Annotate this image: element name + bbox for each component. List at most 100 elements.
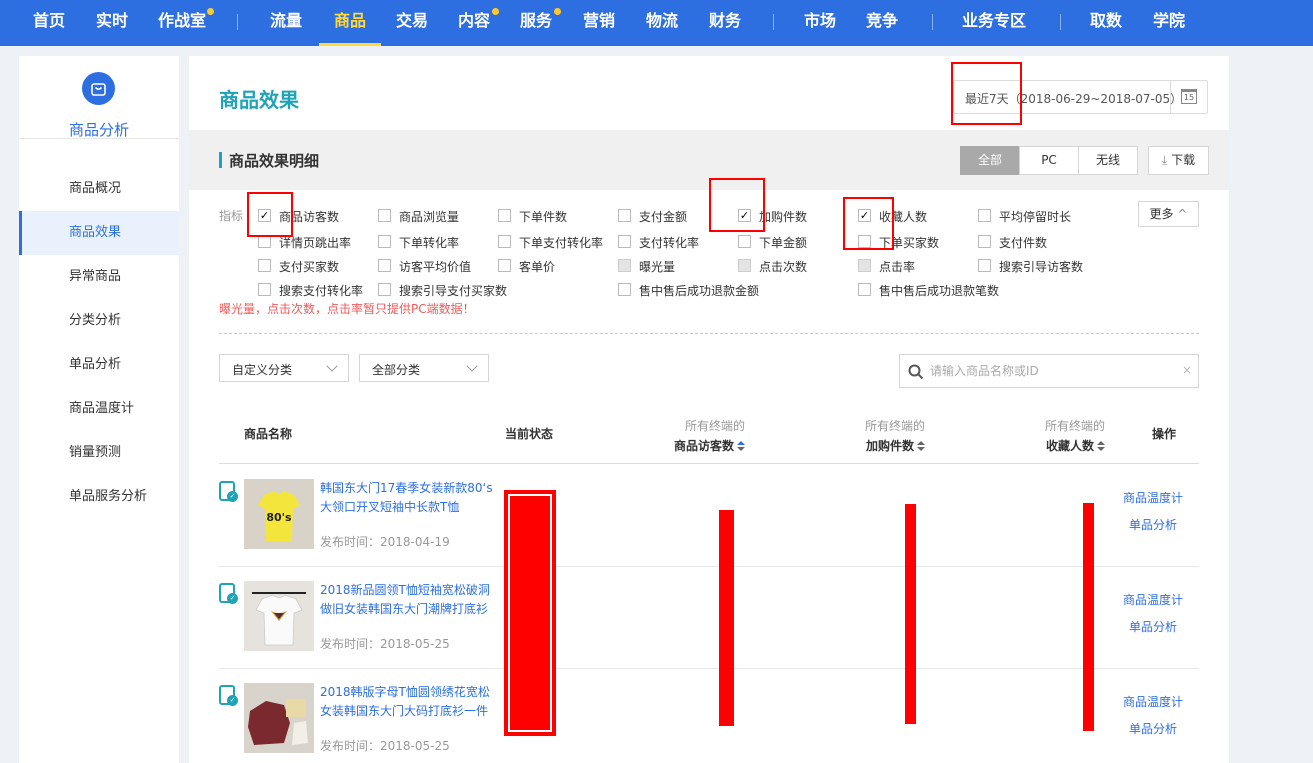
checkbox-empty-icon[interactable] xyxy=(978,235,991,248)
product-thumbnail[interactable]: 80's xyxy=(244,479,314,549)
checkbox-empty-icon[interactable] xyxy=(378,235,391,248)
checkbox-empty-icon[interactable] xyxy=(618,283,631,296)
all-category-select[interactable]: 全部分类 xyxy=(359,354,489,382)
all-category-value: 全部分类 xyxy=(372,363,421,377)
metric-label-text: 平均停留时长 xyxy=(999,210,1072,224)
sidebar-item-thermometer[interactable]: 商品温度计 xyxy=(19,387,179,431)
checkbox-empty-icon[interactable] xyxy=(378,259,391,272)
section-accent-bar xyxy=(219,152,222,168)
nav-item-business-zone[interactable]: 业务专区 xyxy=(962,0,1026,46)
th-fav[interactable]: 所有终端的 收藏人数 xyxy=(1033,417,1106,454)
checkbox-empty-icon[interactable] xyxy=(498,235,511,248)
sidebar-item-forecast[interactable]: 销量预测 xyxy=(19,431,179,475)
product-thumbnail[interactable] xyxy=(244,683,314,753)
nav-item-marketing[interactable]: 营销 xyxy=(583,0,615,46)
sidebar-item-single[interactable]: 单品分析 xyxy=(19,343,179,387)
nav-item-market[interactable]: 市场 xyxy=(804,0,836,46)
sidebar-divider xyxy=(19,138,179,139)
th-cart[interactable]: 所有终端的 加购件数 xyxy=(853,417,926,454)
nav-separator xyxy=(773,14,774,30)
checkbox-empty-icon[interactable] xyxy=(258,283,271,296)
download-button[interactable]: ⤓ 下载 xyxy=(1148,146,1209,175)
nav-item-finance[interactable]: 财务 xyxy=(709,0,741,46)
checkbox-empty-icon[interactable] xyxy=(258,259,271,272)
checkbox-empty-icon[interactable] xyxy=(738,259,751,272)
metric-label-text: 商品浏览量 xyxy=(399,210,460,224)
checkbox-empty-icon[interactable] xyxy=(978,209,991,222)
nav-item-realtime[interactable]: 实时 xyxy=(96,0,128,46)
checkbox-empty-icon[interactable] xyxy=(378,209,391,222)
single-analysis-link[interactable]: 单品分析 xyxy=(1129,720,1177,737)
metric-label-text: 支付转化率 xyxy=(639,236,700,250)
thermometer-link[interactable]: 商品温度计 xyxy=(1123,591,1183,608)
metric-label-text: 搜索支付转化率 xyxy=(279,284,364,298)
sidebar-item-service-analysis[interactable]: 单品服务分析 xyxy=(19,475,179,519)
product-name-link[interactable]: 韩国东大门17春季女装新款80‘s大领口开叉短袖中长款T恤 xyxy=(320,479,496,517)
clear-icon[interactable]: × xyxy=(1182,363,1192,377)
annotation-box-visitors xyxy=(247,192,293,237)
segment-all[interactable]: 全部 xyxy=(960,146,1020,175)
metric-label-text: 客单价 xyxy=(519,260,556,274)
check-icon: ✓ xyxy=(227,695,238,706)
nav-item-logistics[interactable]: 物流 xyxy=(646,0,678,46)
single-analysis-link[interactable]: 单品分析 xyxy=(1129,516,1177,533)
sidebar-item-category[interactable]: 分类分析 xyxy=(19,299,179,343)
check-icon: ✓ xyxy=(227,593,238,604)
checkbox-empty-icon[interactable] xyxy=(618,209,631,222)
nav-item-data-fetch[interactable]: 取数 xyxy=(1090,0,1122,46)
more-label: 更多 xyxy=(1149,207,1174,221)
product-name-link[interactable]: 2018韩版字母T恤圆领绣花宽松女装韩国东大门大码打底衫一件 xyxy=(320,683,496,721)
mobile-check-icon: ✓ xyxy=(219,685,238,706)
chevron-down-icon xyxy=(466,360,478,372)
checkbox-empty-icon[interactable] xyxy=(738,235,751,248)
thermometer-link[interactable]: 商品温度计 xyxy=(1123,489,1183,506)
nav-item-academy[interactable]: 学院 xyxy=(1153,0,1185,46)
sort-icon[interactable] xyxy=(737,441,746,451)
metric-label-text: 下单转化率 xyxy=(399,236,460,250)
nav-item-war-room[interactable]: 作战室 xyxy=(158,0,206,46)
checkbox-empty-icon[interactable] xyxy=(618,235,631,248)
search-input[interactable] xyxy=(930,361,1180,381)
checkbox-empty-icon[interactable] xyxy=(858,259,871,272)
mobile-check-icon: ✓ xyxy=(219,481,238,502)
annotation-box-fav xyxy=(843,197,894,250)
segment-pc[interactable]: PC xyxy=(1019,146,1079,175)
sidebar-item-effect[interactable]: 商品效果 xyxy=(19,211,179,255)
sort-icon[interactable] xyxy=(917,441,926,451)
nav-item-service[interactable]: 服务 xyxy=(520,0,552,46)
checkbox-empty-icon[interactable] xyxy=(498,259,511,272)
th-visitors[interactable]: 所有终端的 商品访客数 xyxy=(674,417,746,454)
nav-item-content[interactable]: 内容 xyxy=(458,0,490,46)
nav-separator xyxy=(237,14,238,30)
nav-item-home[interactable]: 首页 xyxy=(33,0,65,46)
th-operation: 操作 xyxy=(1152,427,1177,441)
calendar-icon[interactable]: 15 xyxy=(1170,81,1207,113)
nav-item-competition[interactable]: 竞争 xyxy=(866,0,898,46)
metric-label-text: 加购件数 xyxy=(759,210,808,224)
sidebar-item-abnormal[interactable]: 异常商品 xyxy=(19,255,179,299)
checkbox-empty-icon[interactable] xyxy=(378,283,391,296)
sidebar-item-overview[interactable]: 商品概况 xyxy=(19,167,179,211)
single-analysis-link[interactable]: 单品分析 xyxy=(1129,618,1177,635)
checkbox-empty-icon[interactable] xyxy=(618,259,631,272)
checkbox-empty-icon[interactable] xyxy=(978,259,991,272)
search-icon xyxy=(908,364,924,383)
metric-label-text: 支付买家数 xyxy=(279,260,340,274)
nav-item-product[interactable]: 商品 xyxy=(319,0,381,46)
segment-wireless[interactable]: 无线 xyxy=(1078,146,1138,175)
calendar-day: 15 xyxy=(1181,89,1197,104)
product-thumbnail[interactable] xyxy=(244,581,314,651)
cart-bag-icon xyxy=(82,72,115,105)
more-button[interactable]: 更多 ^ xyxy=(1138,201,1199,227)
warning-text: 曝光量，点击次数，点击率暂只提供PC端数据！ xyxy=(219,302,475,316)
dashed-divider xyxy=(219,333,1199,334)
product-name-link[interactable]: 2018新品圆领T恤短袖宽松破洞做旧女装韩国东大门潮牌打底衫 xyxy=(320,581,496,619)
checkbox-empty-icon[interactable] xyxy=(858,283,871,296)
custom-category-select[interactable]: 自定义分类 xyxy=(219,354,349,382)
annotation-box-date xyxy=(951,62,1022,125)
nav-item-trade[interactable]: 交易 xyxy=(396,0,428,46)
sort-icon[interactable] xyxy=(1097,441,1106,451)
checkbox-empty-icon[interactable] xyxy=(498,209,511,222)
thermometer-link[interactable]: 商品温度计 xyxy=(1123,693,1183,710)
nav-item-traffic[interactable]: 流量 xyxy=(270,0,302,46)
